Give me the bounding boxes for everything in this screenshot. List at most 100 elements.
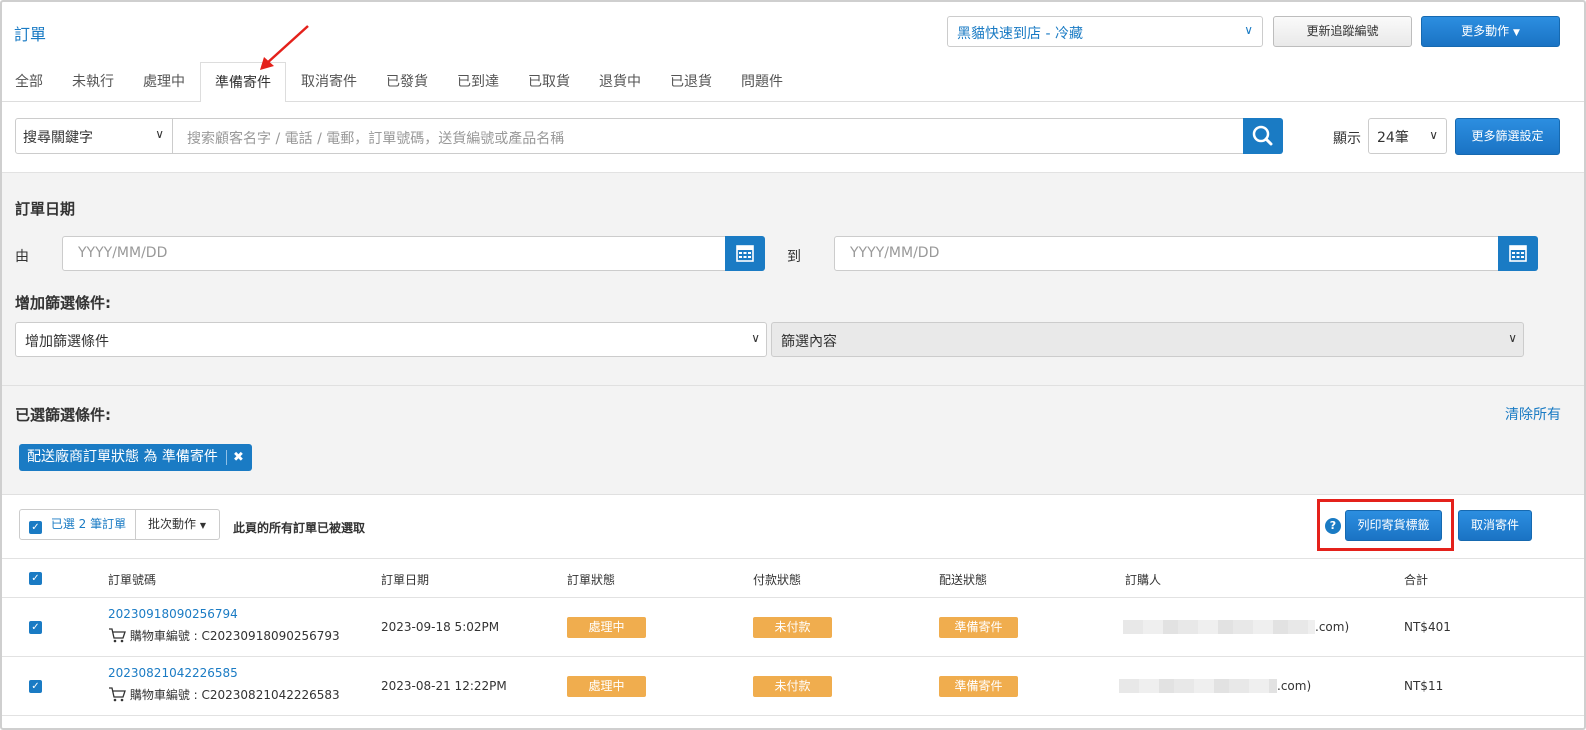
table-row[interactable]: ✓ 20230918090256794 購物車編號 : C20230918090… — [2, 598, 1584, 657]
select-all-checkbox[interactable]: ✓ — [29, 572, 42, 585]
row-checkbox[interactable]: ✓ — [29, 680, 42, 693]
filter-chip: 配送廠商訂單狀態 為 準備寄件 ✖ — [19, 444, 252, 471]
order-total: NT$11 — [1404, 679, 1444, 693]
col-buyer: 訂購人 — [1125, 573, 1162, 587]
col-order-status: 訂單狀態 — [567, 573, 616, 587]
to-label: 到 — [787, 249, 801, 265]
cart-line: 購物車編號 : C20230821042226583 — [108, 686, 340, 703]
show-label: 顯示 — [1333, 131, 1361, 147]
tab-processing[interactable]: 處理中 — [129, 62, 199, 102]
status-tabs: 全部 未執行 處理中 準備寄件 取消寄件 已發貨 已到達 已取貨 退貨中 已退貨… — [2, 62, 1584, 103]
chevron-down-icon: ∨ — [1429, 128, 1438, 142]
chevron-down-icon: ∨ — [155, 127, 164, 141]
table-header: ✓ 訂單號碼 訂單日期 訂單狀態 付款狀態 配送狀態 訂購人 合計 — [2, 559, 1584, 598]
batch-actions-label: 批次動作 — [148, 517, 197, 531]
order-status-badge: 處理中 — [567, 617, 646, 638]
tab-picked-up[interactable]: 已取貨 — [514, 62, 584, 102]
filter-chip-label: 配送廠商訂單狀態 為 準備寄件 — [27, 449, 218, 465]
from-label: 由 — [15, 249, 29, 265]
filter-content-select[interactable]: 篩選內容 ∨ — [771, 322, 1524, 357]
tab-problem[interactable]: 問題件 — [727, 62, 797, 102]
cart-number: 購物車編號 : C20230821042226583 — [129, 688, 340, 702]
tab-all[interactable]: 全部 — [2, 62, 56, 102]
col-order-date: 訂單日期 — [381, 573, 430, 587]
add-filter-select[interactable]: 增加篩選條件 ∨ — [15, 322, 767, 357]
tab-returning[interactable]: 退貨中 — [585, 62, 655, 102]
more-actions-label: 更多動作 — [1461, 24, 1510, 38]
caret-down-icon: ▼ — [199, 521, 206, 530]
tab-shipped[interactable]: 已發貨 — [372, 62, 442, 102]
redacted-buyer — [1119, 679, 1277, 693]
filter-panel: 訂單日期 由 YYYY/MM/DD 到 YYYY/MM/DD 增加篩選條件: 增… — [2, 173, 1584, 495]
per-page-value: 24筆 — [1377, 130, 1409, 146]
page-title: 訂單 — [14, 25, 47, 44]
order-number-link[interactable]: 20230821042226585 — [108, 666, 238, 680]
more-actions-button[interactable]: 更多動作 ▼ — [1421, 16, 1560, 47]
cart-icon — [109, 628, 126, 643]
calendar-icon — [736, 245, 754, 262]
selected-filters-heading: 已選篩選條件: — [15, 406, 111, 424]
chip-separator — [226, 450, 227, 465]
cart-number: 購物車編號 : C20230918090256793 — [129, 629, 340, 643]
date-to-input[interactable]: YYYY/MM/DD — [834, 236, 1499, 271]
add-filter-heading: 增加篩選條件: — [15, 294, 111, 312]
payment-status-badge: 未付款 — [753, 676, 832, 697]
remove-filter-icon[interactable]: ✖ — [233, 444, 244, 471]
calendar-from-button[interactable] — [725, 236, 765, 271]
cancel-shipment-button[interactable]: 取消寄件 — [1458, 510, 1532, 541]
add-filter-value: 增加篩選條件 — [25, 334, 109, 350]
page-header: 訂單 黑貓快速到店 - 冷藏 ∨ 更新追蹤編號 更多動作 ▼ — [2, 2, 1584, 62]
cart-icon — [109, 687, 126, 702]
search-bar: 搜尋關鍵字 ∨ 搜索顧客名字 / 電話 / 電郵，訂單號碼，送貨編號或產品名稱 … — [2, 102, 1584, 173]
calendar-icon — [1509, 245, 1527, 262]
order-date: 2023-09-18 5:02PM — [381, 620, 500, 634]
buyer-suffix: .com) — [1315, 620, 1350, 634]
search-input[interactable]: 搜索顧客名字 / 電話 / 電郵，訂單號碼，送貨編號或產品名稱 — [172, 118, 1244, 154]
more-filters-button[interactable]: 更多篩選設定 — [1455, 118, 1560, 155]
chevron-down-icon: ∨ — [751, 331, 760, 345]
tab-pending[interactable]: 未執行 — [58, 62, 128, 102]
annotation-arrow — [260, 25, 309, 70]
order-date-heading: 訂單日期 — [15, 200, 76, 218]
table-row[interactable]: ✓ 20230821042226585 購物車編號 : C20230821042… — [2, 657, 1584, 716]
col-payment-status: 付款狀態 — [753, 573, 802, 587]
selected-count-label: 已選 2 筆訂單 — [50, 517, 127, 531]
delivery-status-badge: 準備寄件 — [939, 676, 1018, 697]
keyword-select[interactable]: 搜尋關鍵字 ∨ — [15, 118, 173, 154]
search-icon — [1252, 125, 1273, 146]
chevron-down-icon: ∨ — [1244, 23, 1253, 37]
orders-page: 訂單 黑貓快速到店 - 冷藏 ∨ 更新追蹤編號 更多動作 ▼ 全部 未執行 處理… — [0, 0, 1586, 730]
cart-line: 購物車編號 : C20230918090256793 — [108, 627, 340, 644]
tab-returned[interactable]: 已退貨 — [656, 62, 726, 102]
order-status-badge: 處理中 — [567, 676, 646, 697]
buyer-suffix: .com) — [1277, 679, 1312, 693]
payment-status-badge: 未付款 — [753, 617, 832, 638]
order-date: 2023-08-21 12:22PM — [381, 679, 507, 693]
bulk-action-bar: ✓ 已選 2 筆訂單 批次動作 ▼ 此頁的所有訂單已被選取 ? 列印寄貨標籤 取… — [2, 495, 1584, 559]
all-selected-notice: 此頁的所有訂單已被選取 — [233, 521, 366, 535]
order-total: NT$401 — [1404, 620, 1451, 634]
selected-count-button[interactable]: ✓ 已選 2 筆訂單 — [19, 509, 136, 540]
tab-arrived[interactable]: 已到達 — [443, 62, 513, 102]
date-from-input[interactable]: YYYY/MM/DD — [62, 236, 726, 271]
col-delivery-status: 配送狀態 — [939, 573, 988, 587]
batch-actions-button[interactable]: 批次動作 ▼ — [135, 509, 220, 540]
print-shipping-label-button[interactable]: 列印寄貨標籤 — [1345, 510, 1442, 541]
filter-content-value: 篩選內容 — [781, 334, 837, 350]
store-select[interactable]: 黑貓快速到店 - 冷藏 ∨ — [947, 16, 1263, 47]
checkbox-checked-icon: ✓ — [29, 521, 42, 534]
store-select-value: 黑貓快速到店 - 冷藏 — [957, 26, 1083, 42]
clear-all-link[interactable]: 清除所有 — [1505, 404, 1561, 424]
order-number-link[interactable]: 20230918090256794 — [108, 607, 238, 621]
delivery-status-badge: 準備寄件 — [939, 617, 1018, 638]
search-button[interactable] — [1243, 118, 1283, 154]
calendar-to-button[interactable] — [1498, 236, 1538, 271]
per-page-select[interactable]: 24筆 ∨ — [1368, 118, 1447, 154]
divider — [2, 385, 1584, 386]
row-checkbox[interactable]: ✓ — [29, 621, 42, 634]
keyword-select-value: 搜尋關鍵字 — [23, 130, 93, 146]
col-order-no: 訂單號碼 — [108, 573, 157, 587]
update-tracking-button[interactable]: 更新追蹤編號 — [1273, 16, 1412, 47]
chevron-down-icon: ∨ — [1508, 331, 1517, 345]
redacted-buyer — [1123, 620, 1315, 634]
